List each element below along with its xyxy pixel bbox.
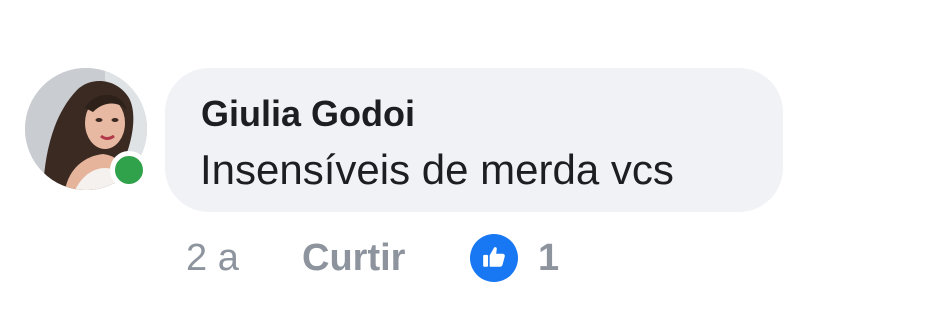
comment-bubble: Giulia Godoi Insensíveis de merda vcs — [165, 68, 783, 212]
comment: Giulia Godoi Insensíveis de merda vcs 2 … — [0, 0, 942, 314]
online-status-indicator — [110, 151, 148, 189]
comment-actions: 2 a Curtir 1 — [186, 232, 786, 282]
like-button[interactable]: Curtir — [302, 236, 405, 280]
reaction-count: 1 — [538, 237, 560, 279]
avatar-container[interactable] — [25, 68, 148, 190]
comment-text: Insensíveis de merda vcs — [200, 146, 674, 193]
like-icon — [470, 234, 518, 282]
comment-timestamp[interactable]: 2 a — [186, 236, 239, 280]
comment-author[interactable]: Giulia Godoi — [201, 94, 415, 134]
thumbs-up-icon — [483, 247, 505, 267]
